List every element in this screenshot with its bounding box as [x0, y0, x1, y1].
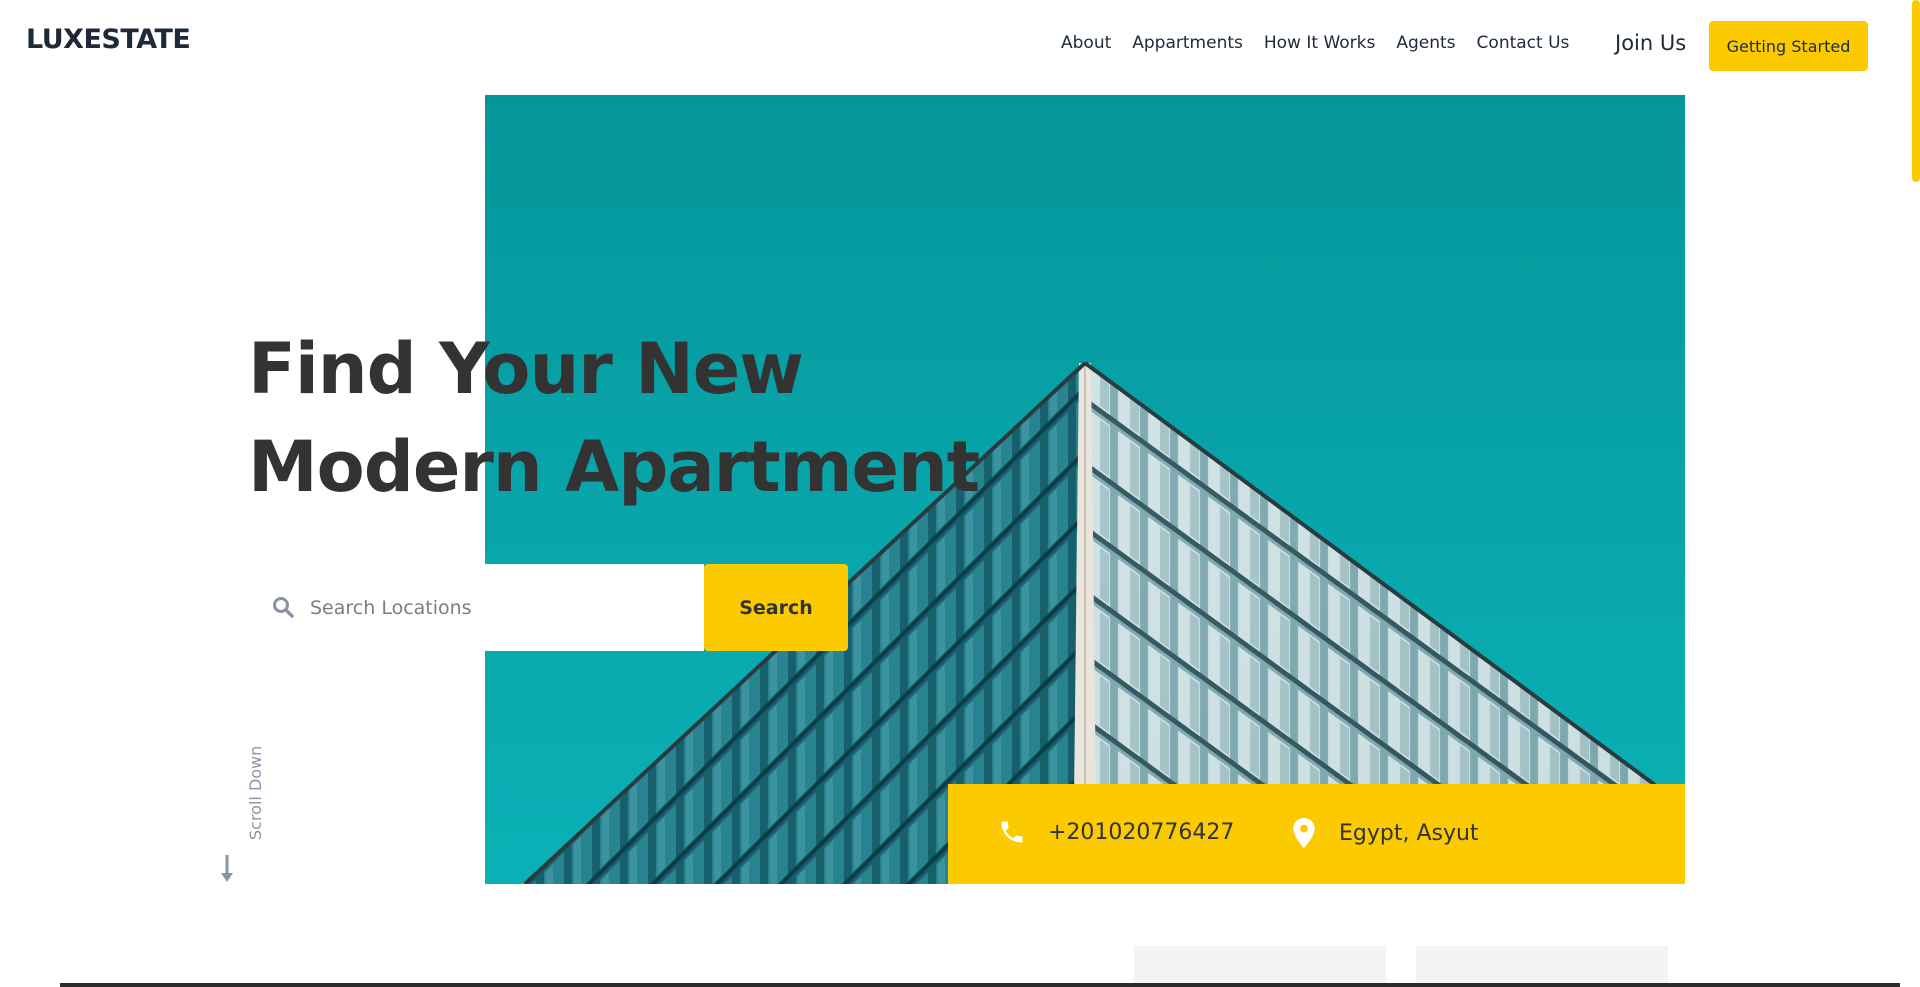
- hero-headline: Find Your New Modern Apartment: [248, 320, 980, 516]
- nav-link-appartments[interactable]: Appartments: [1132, 33, 1243, 53]
- contact-location[interactable]: Egypt, Asyut: [1291, 818, 1479, 848]
- scroll-down-indicator[interactable]: Scroll Down: [212, 740, 265, 885]
- contact-phone-text: +201020776427: [1048, 819, 1235, 845]
- search-locations-input[interactable]: [308, 588, 688, 628]
- contact-bar: +201020776427 Egypt, Asyut: [948, 784, 1685, 884]
- phone-icon: [1001, 821, 1023, 843]
- card-preview-2: [1416, 946, 1668, 987]
- search-button[interactable]: Search: [704, 564, 848, 651]
- page-scrollbar[interactable]: [1908, 0, 1920, 987]
- search-box: [248, 564, 704, 651]
- scrollbar-thumb[interactable]: [1912, 0, 1920, 182]
- nav-link-agents[interactable]: Agents: [1396, 33, 1455, 53]
- nav-link-contact-us[interactable]: Contact Us: [1477, 33, 1570, 53]
- contact-location-text: Egypt, Asyut: [1339, 820, 1479, 846]
- card-preview-1: [1134, 946, 1386, 987]
- getting-started-button[interactable]: Getting Started: [1709, 21, 1868, 71]
- join-us-link[interactable]: Join Us: [1615, 31, 1686, 55]
- main-nav: About Appartments How It Works Agents Co…: [1061, 33, 1590, 53]
- location-pin-icon: [1293, 818, 1315, 848]
- arrow-down-icon: [221, 855, 233, 882]
- hero-headline-line-1: Find Your New: [248, 328, 804, 410]
- site-logo[interactable]: LUXESTATE: [26, 24, 191, 55]
- scroll-down-label: Scroll Down: [246, 745, 265, 840]
- search-icon: [273, 597, 294, 618]
- hero-headline-line-2: Modern Apartment: [248, 426, 980, 508]
- contact-phone[interactable]: +201020776427: [998, 818, 1234, 846]
- nav-link-how-it-works[interactable]: How It Works: [1264, 33, 1375, 53]
- nav-link-about[interactable]: About: [1061, 33, 1111, 53]
- section-divider: [60, 983, 1900, 987]
